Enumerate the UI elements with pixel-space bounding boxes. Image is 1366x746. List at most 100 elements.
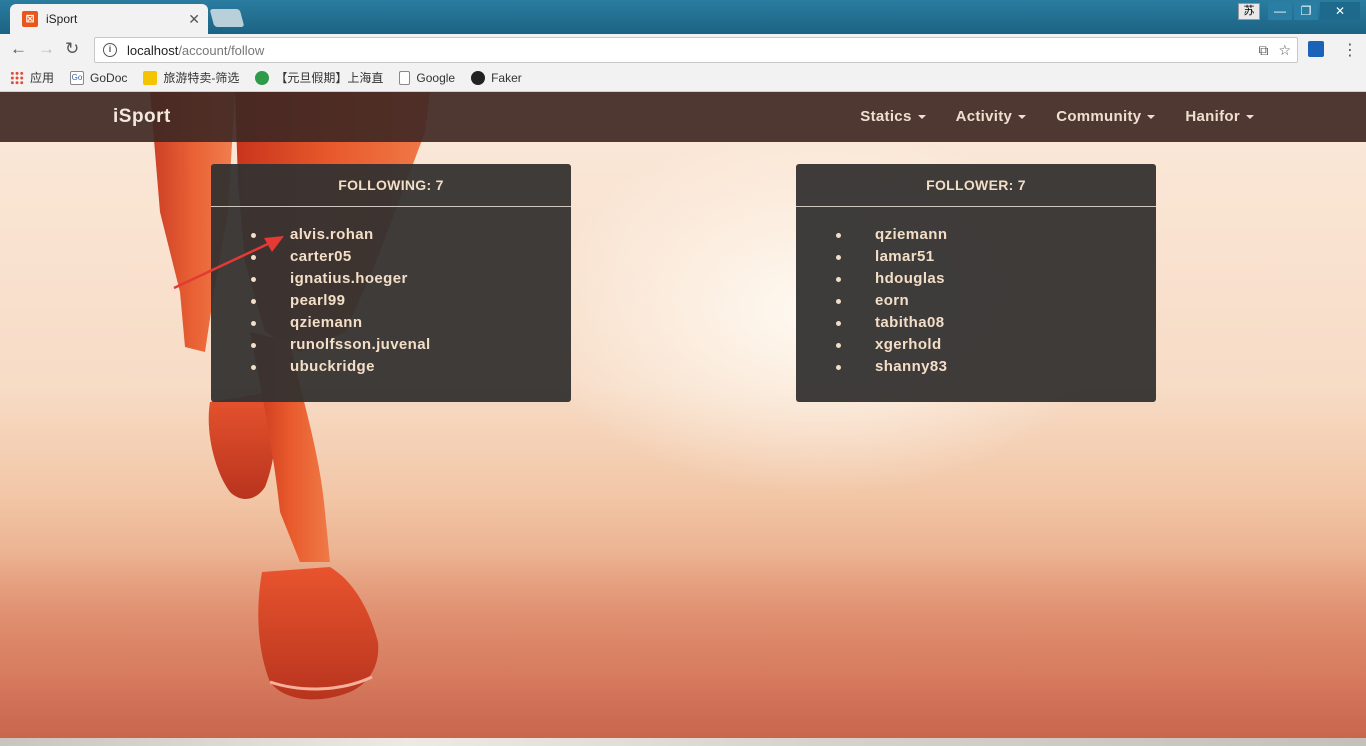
translate-icon[interactable]: ⧉ bbox=[1258, 42, 1268, 59]
follower-panel: FOLLOWER: 7 qziemann lamar51 hdouglas eo… bbox=[796, 164, 1156, 402]
list-item: carter05 bbox=[251, 246, 571, 268]
bullet-icon bbox=[251, 342, 256, 348]
chrome-menu-icon[interactable]: ⋮ bbox=[1342, 40, 1358, 60]
bookmark-label: 【元旦假期】上海直 bbox=[275, 71, 384, 85]
close-window-button[interactable]: ✕ bbox=[1320, 2, 1360, 20]
minimize-button[interactable]: — bbox=[1268, 2, 1292, 20]
browser-toolbar: ← → ↻ i localhost/account/follow ⧉ ☆ ⋮ bbox=[0, 34, 1366, 64]
bullet-icon bbox=[836, 254, 841, 260]
bookmark-holiday[interactable]: 【元旦假期】上海直 bbox=[255, 69, 383, 86]
list-item: hdouglas bbox=[836, 268, 1156, 290]
list-item: shanny83 bbox=[836, 356, 1156, 378]
caret-down-icon bbox=[1018, 115, 1027, 120]
list-item: alvis.rohan bbox=[251, 224, 571, 246]
list-item: runolfsson.juvenal bbox=[251, 334, 571, 356]
bullet-icon bbox=[836, 298, 841, 304]
extension-icon[interactable] bbox=[1308, 41, 1324, 57]
bullet-icon bbox=[251, 364, 256, 370]
user-link[interactable]: lamar51 bbox=[875, 246, 935, 268]
restore-button[interactable]: ❐ bbox=[1294, 2, 1318, 20]
browser-titlebar: ⊠ iSport ✕ 苏 — ❐ ✕ bbox=[0, 0, 1366, 34]
forward-icon[interactable]: → bbox=[38, 39, 55, 59]
brand-logo[interactable]: iSport bbox=[113, 106, 171, 128]
nav-label: Statics bbox=[860, 108, 912, 125]
user-link[interactable]: tabitha08 bbox=[875, 312, 944, 334]
browser-tab-isport[interactable]: ⊠ iSport ✕ bbox=[10, 4, 208, 34]
bookmark-label: Google bbox=[416, 70, 456, 85]
user-link[interactable]: carter05 bbox=[290, 246, 352, 268]
bookmark-star-icon[interactable]: ☆ bbox=[1278, 42, 1291, 59]
user-link[interactable]: runolfsson.juvenal bbox=[290, 334, 431, 356]
bullet-icon bbox=[836, 320, 841, 326]
annotation-arrow-icon bbox=[173, 236, 284, 290]
url-path: /account/follow bbox=[178, 42, 265, 58]
bullet-icon bbox=[836, 364, 841, 370]
reload-icon[interactable]: ↻ bbox=[65, 39, 79, 59]
back-icon[interactable]: ← bbox=[10, 39, 27, 59]
bullet-icon bbox=[836, 232, 841, 238]
follower-title: FOLLOWER: 7 bbox=[796, 164, 1156, 207]
list-item: eorn bbox=[836, 290, 1156, 312]
new-tab-button[interactable] bbox=[209, 9, 245, 27]
xampp-icon: ⊠ bbox=[22, 11, 38, 27]
apps-grid-icon bbox=[10, 70, 24, 85]
nav-activity-dropdown[interactable]: Activity bbox=[956, 108, 1027, 125]
bullet-icon bbox=[836, 276, 841, 282]
bookmark-label: Faker bbox=[491, 70, 522, 85]
user-link[interactable]: shanny83 bbox=[875, 356, 947, 378]
caret-down-icon bbox=[917, 115, 926, 120]
nav-label: Activity bbox=[955, 108, 1013, 125]
bullet-icon bbox=[836, 342, 841, 348]
bookmarks-bar: 应用 Go GoDoc 旅游特卖-筛选 【元旦假期】上海直 Google Fak… bbox=[0, 64, 1366, 92]
caret-down-icon bbox=[1147, 115, 1156, 120]
list-item: lamar51 bbox=[836, 246, 1156, 268]
nav-menu: Statics Activity Community Hanifor bbox=[860, 108, 1254, 125]
user-link[interactable]: hdouglas bbox=[875, 268, 945, 290]
list-item: pearl99 bbox=[251, 290, 571, 312]
list-item: qziemann bbox=[836, 224, 1156, 246]
nav-statics-dropdown[interactable]: Statics bbox=[860, 108, 926, 125]
user-link[interactable]: ubuckridge bbox=[290, 356, 375, 378]
nav-label: Hanifor bbox=[1185, 108, 1240, 125]
bookmark-label: 旅游特卖-筛选 bbox=[163, 71, 240, 85]
list-item: ignatius.hoeger bbox=[251, 268, 571, 290]
nav-community-dropdown[interactable]: Community bbox=[1056, 108, 1156, 125]
follower-list: qziemann lamar51 hdouglas eorn tabitha08… bbox=[796, 207, 1156, 378]
list-item: xgerhold bbox=[836, 334, 1156, 356]
user-link[interactable]: qziemann bbox=[875, 224, 947, 246]
bookmark-label: GoDoc bbox=[90, 70, 128, 85]
bookmark-godoc[interactable]: Go GoDoc bbox=[70, 70, 128, 85]
user-link[interactable]: pearl99 bbox=[290, 290, 345, 312]
bullet-icon bbox=[251, 298, 256, 304]
page-icon bbox=[399, 70, 411, 85]
close-tab-icon[interactable]: ✕ bbox=[188, 11, 200, 28]
user-link[interactable]: alvis.rohan bbox=[290, 224, 374, 246]
user-link[interactable]: eorn bbox=[875, 290, 909, 312]
list-item: ubuckridge bbox=[251, 356, 571, 378]
bullet-icon bbox=[251, 320, 256, 326]
godoc-icon: Go bbox=[70, 70, 85, 85]
nav-label: Community bbox=[1056, 108, 1142, 125]
travel-icon bbox=[143, 70, 158, 85]
address-bar[interactable]: i localhost/account/follow ⧉ ☆ bbox=[94, 37, 1298, 63]
user-link[interactable]: qziemann bbox=[290, 312, 362, 334]
bookmark-apps[interactable]: 应用 bbox=[10, 69, 54, 86]
info-icon[interactable]: i bbox=[103, 43, 117, 57]
following-title: FOLLOWING: 7 bbox=[211, 164, 571, 207]
list-item: tabitha08 bbox=[836, 312, 1156, 334]
bookmark-label: 应用 bbox=[30, 71, 55, 85]
user-link[interactable]: ignatius.hoeger bbox=[290, 268, 408, 290]
page-content: iSport Statics Activity Community Hanifo… bbox=[0, 92, 1366, 746]
green-circle-icon bbox=[255, 70, 270, 85]
bookmark-faker[interactable]: Faker bbox=[471, 70, 522, 85]
nav-user-dropdown[interactable]: Hanifor bbox=[1185, 108, 1254, 125]
taskbar-edge bbox=[0, 738, 1366, 746]
bookmark-google[interactable]: Google bbox=[399, 70, 456, 85]
bookmark-travel[interactable]: 旅游特卖-筛选 bbox=[143, 69, 239, 86]
user-link[interactable]: xgerhold bbox=[875, 334, 942, 356]
site-navbar: iSport Statics Activity Community Hanifo… bbox=[0, 92, 1366, 142]
list-item: qziemann bbox=[251, 312, 571, 334]
ime-indicator[interactable]: 苏 bbox=[1238, 3, 1260, 20]
caret-down-icon bbox=[1246, 115, 1254, 120]
github-icon bbox=[471, 70, 486, 85]
